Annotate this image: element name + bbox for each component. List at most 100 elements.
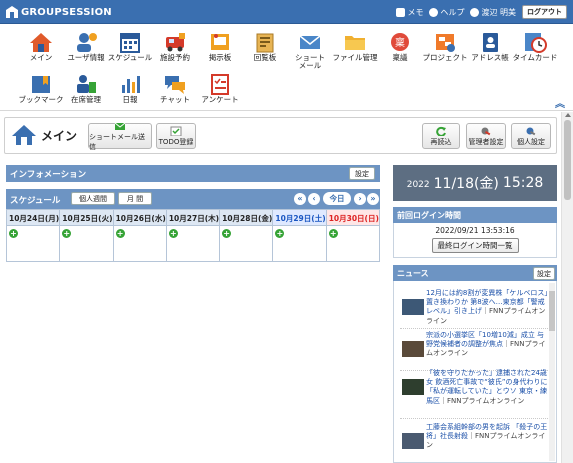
page-scrollbar[interactable] bbox=[561, 112, 573, 463]
schedule-cell[interactable]: + bbox=[167, 226, 221, 261]
news-thumbnail bbox=[402, 433, 424, 449]
menu-label: 回覧板 bbox=[253, 53, 277, 62]
add-schedule-icon[interactable]: + bbox=[62, 229, 72, 238]
add-schedule-icon[interactable]: + bbox=[328, 229, 338, 238]
news-thumbnail bbox=[402, 341, 424, 357]
prev-day-icon[interactable]: ‹ bbox=[308, 193, 320, 205]
help-icon bbox=[429, 7, 439, 17]
last-login-header: 前回ログイン時間 bbox=[393, 207, 557, 223]
send-short-mail-label: ショートメール送信 bbox=[89, 132, 145, 151]
add-schedule-icon[interactable]: + bbox=[115, 229, 125, 238]
todo-register-label: TODO登録 bbox=[158, 137, 194, 146]
menu-label: 施設予約 bbox=[160, 53, 190, 62]
news-thumbnail bbox=[402, 299, 424, 315]
schedule-title[interactable]: スケジュール bbox=[10, 196, 60, 206]
schedule-cell[interactable]: + bbox=[273, 226, 327, 261]
next-day-icon[interactable]: › bbox=[354, 193, 366, 205]
personal-settings-icon bbox=[525, 126, 537, 136]
news-scrollbar-thumb[interactable] bbox=[549, 291, 555, 331]
app-logo[interactable]: GROUPSESSION bbox=[6, 4, 112, 20]
page-title-bar: メイン ショートメール送信 TODO登録 再読込 管理者設定 個人設定 bbox=[4, 117, 557, 154]
header-bar: GROUPSESSION メモ ヘルプ 渡辺 明美 ログアウト bbox=[0, 0, 573, 24]
schedule-cell[interactable]: + bbox=[114, 226, 167, 261]
next-week-icon[interactable]: » bbox=[367, 193, 379, 205]
clock-date: 11/18(金) bbox=[433, 176, 499, 192]
page-scrollbar-thumb[interactable] bbox=[564, 120, 571, 200]
news-list: 12月には約8割が変異株「ケルベロス」置き換わりか 第8波へ…東京都「警戒レベル… bbox=[393, 281, 557, 463]
day-header[interactable]: 10月28日(金) bbox=[220, 210, 274, 225]
day-header[interactable]: 10月27日(木) bbox=[167, 210, 221, 225]
memo-icon bbox=[396, 7, 406, 17]
news-item[interactable]: 「彼を守りたかった」逮捕された24歳女 飲酒死亡事故で“彼氏”の身代わりに「私が… bbox=[400, 369, 548, 419]
survey-icon bbox=[208, 73, 232, 95]
clock-widget: 2022 11/18(金) 15:28 bbox=[393, 165, 557, 201]
personal-settings-button[interactable]: 個人設定 bbox=[511, 123, 551, 149]
day-header[interactable]: 10月24日(月) bbox=[7, 210, 61, 225]
timecard-icon bbox=[523, 31, 547, 53]
last-login-title: 前回ログイン時間 bbox=[397, 211, 461, 220]
personal-week-button[interactable]: 個人週間 bbox=[71, 192, 115, 205]
add-schedule-icon[interactable]: + bbox=[9, 229, 18, 238]
user-icon bbox=[470, 7, 480, 17]
news-settings-button[interactable]: 設定 bbox=[533, 267, 555, 280]
svg-text:稟: 稟 bbox=[395, 36, 405, 49]
schedule-cell[interactable]: + bbox=[7, 226, 61, 261]
project-icon bbox=[433, 31, 457, 53]
user-name: 渡辺 明美 bbox=[481, 7, 516, 17]
collapse-menu-icon[interactable]: ︽ bbox=[555, 95, 565, 110]
information-header: インフォメーション bbox=[6, 165, 380, 182]
address-book-icon bbox=[478, 31, 502, 53]
facility-icon bbox=[163, 31, 187, 53]
help-label: ヘルプ bbox=[440, 7, 465, 17]
news-item[interactable]: 工藤会系組幹部の男を起訴 「殺子の王将」社長射殺｜FNNプライムオンライン bbox=[400, 423, 548, 461]
logout-button[interactable]: ログアウト bbox=[522, 5, 567, 19]
menu-label: 在席管理 bbox=[71, 95, 101, 104]
schedule-cell[interactable]: + bbox=[60, 226, 114, 261]
day-header[interactable]: 10月25日(火) bbox=[60, 210, 114, 225]
news-item[interactable]: 12月には約8割が変異株「ケルベロス」置き換わりか 第8波へ…東京都「警戒レベル… bbox=[400, 289, 548, 329]
logo-mark-icon bbox=[6, 6, 18, 18]
day-header-saturday[interactable]: 10月29日(土) bbox=[273, 210, 327, 225]
home-icon bbox=[11, 123, 37, 147]
news-scrollbar[interactable] bbox=[549, 283, 555, 461]
menu-label: ユーザ情報 bbox=[67, 53, 105, 62]
login-history-button[interactable]: 最終ログイン時間一覧 bbox=[431, 238, 519, 253]
news-source: ｜FNNプライムオンライン bbox=[440, 396, 525, 405]
admin-settings-label: 管理者設定 bbox=[468, 137, 504, 146]
menu-item-survey[interactable]: アンケート bbox=[193, 73, 247, 109]
day-header[interactable]: 10月26日(水) bbox=[114, 210, 167, 225]
menu-item-timecard[interactable]: タイムカード bbox=[508, 31, 562, 67]
clock-time: 15:28 bbox=[502, 175, 544, 191]
personal-settings-label: 個人設定 bbox=[517, 137, 545, 146]
last-login-panel: 2022/09/21 13:53:16 最終ログイン時間一覧 bbox=[393, 223, 557, 258]
admin-settings-icon bbox=[480, 126, 492, 136]
circular-icon bbox=[253, 31, 277, 53]
admin-settings-button[interactable]: 管理者設定 bbox=[466, 123, 506, 149]
add-schedule-icon[interactable]: + bbox=[275, 229, 285, 238]
help-link[interactable]: ヘルプ bbox=[429, 7, 464, 18]
menu-label: プロジェクト bbox=[422, 53, 468, 62]
prev-week-icon[interactable]: « bbox=[294, 193, 306, 205]
send-short-mail-button[interactable]: ショートメール送信 bbox=[88, 122, 152, 151]
today-button[interactable]: 今日 bbox=[323, 192, 351, 205]
bulletin-icon bbox=[208, 31, 232, 53]
menu-label: スケジュール bbox=[107, 53, 153, 62]
schedule-cell[interactable]: + bbox=[327, 226, 379, 261]
day-header-sunday[interactable]: 10月30日(日) bbox=[326, 210, 379, 225]
todo-register-button[interactable]: TODO登録 bbox=[156, 123, 196, 149]
reload-button[interactable]: 再読込 bbox=[422, 123, 460, 149]
news-item[interactable]: 宗派の小選挙区「10増10減」成立 与野党候補者の調整が焦点｜FNNプライムオン… bbox=[400, 331, 548, 371]
add-schedule-icon[interactable]: + bbox=[168, 229, 178, 238]
memo-link[interactable]: メモ bbox=[396, 7, 423, 18]
add-schedule-icon[interactable]: + bbox=[222, 229, 232, 238]
approval-icon: 稟 bbox=[388, 31, 412, 53]
menu-label: ファイル管理 bbox=[332, 53, 378, 62]
monthly-button[interactable]: 月 間 bbox=[118, 192, 152, 205]
mail-icon bbox=[298, 31, 322, 53]
chat-icon bbox=[163, 73, 187, 95]
information-settings-button[interactable]: 設定 bbox=[349, 167, 375, 180]
user-link[interactable]: 渡辺 明美 bbox=[470, 7, 516, 18]
scroll-up-icon[interactable] bbox=[565, 113, 571, 117]
menu-label: 稟議 bbox=[392, 53, 408, 62]
schedule-cell[interactable]: + bbox=[220, 226, 274, 261]
